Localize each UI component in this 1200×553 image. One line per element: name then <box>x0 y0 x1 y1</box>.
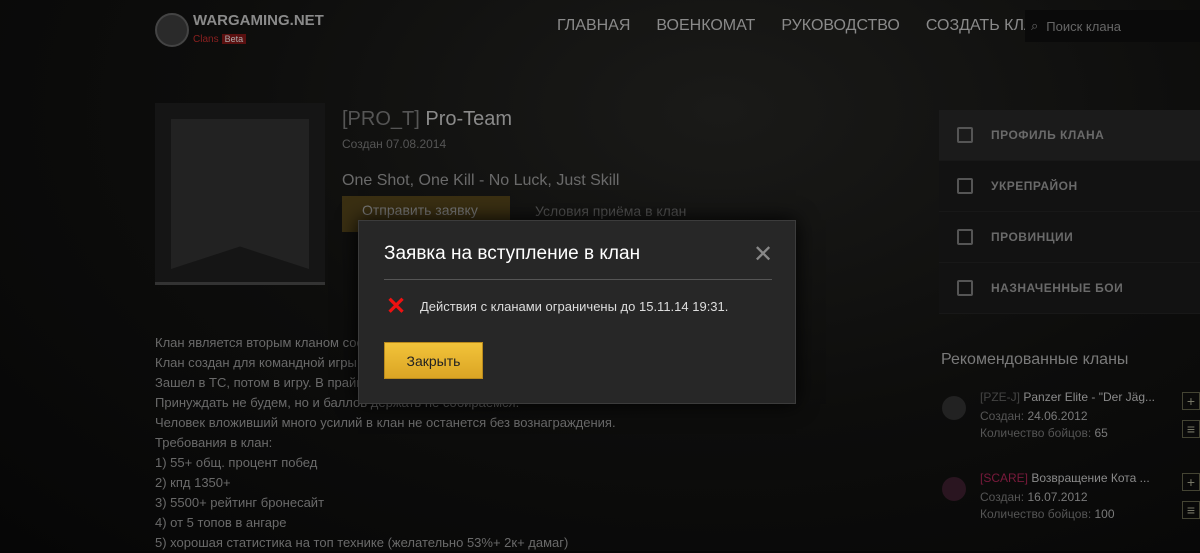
clan-emblem <box>155 103 325 285</box>
description-line: 3) 5500+ рейтинг бронесайт <box>155 495 325 510</box>
clan-tag: [PRO_T] <box>342 108 420 130</box>
add-icon[interactable]: + <box>1182 473 1200 491</box>
clan-title: [PRO_T] Pro-Team <box>342 108 512 131</box>
description-line: 1) 55+ общ. процент побед <box>155 455 318 470</box>
created-value: 16.07.2012 <box>1027 490 1088 504</box>
count-label: Количество бойцов: <box>980 426 1092 440</box>
logo-sub: Clans <box>193 34 219 45</box>
recommended-title: Рекомендованные кланы <box>941 351 1129 368</box>
error-x-icon: ✕ <box>386 293 407 320</box>
sidebar-item-stronghold[interactable]: УКРЕПРАЙОН <box>939 161 1200 212</box>
count-value: 65 <box>1094 426 1108 440</box>
map-icon <box>957 229 973 245</box>
divider <box>384 279 772 280</box>
shield-icon <box>171 119 309 269</box>
sidebar-item-provinces[interactable]: ПРОВИНЦИИ <box>939 212 1200 263</box>
sidebar-item-battles[interactable]: НАЗНАЧЕННЫЕ БОИ <box>939 263 1200 314</box>
recommended-clan[interactable]: [SCARE] Возвращение Кота ... Создан: 16.… <box>942 471 1200 523</box>
clan-name[interactable]: Panzer Elite - "Der Jäg... <box>1023 390 1155 404</box>
close-button[interactable]: Закрыть <box>384 342 483 379</box>
search-input[interactable]: ⌕ Поиск клана <box>1025 10 1200 42</box>
sidebar-item-profile[interactable]: ПРОФИЛЬ КЛАНА <box>939 110 1200 161</box>
nav-guide[interactable]: РУКОВОДСТВО <box>781 17 900 35</box>
created-label: Создан: <box>980 490 1025 504</box>
crosshair-icon <box>957 280 973 296</box>
search-placeholder: Поиск клана <box>1046 18 1121 34</box>
logo-text: WARGAMING.NET <box>193 12 324 29</box>
sidebar-label: УКРЕПРАЙОН <box>991 179 1078 193</box>
clan-emblem-icon <box>942 477 966 501</box>
clan-name: Pro-Team <box>425 108 513 130</box>
count-value: 100 <box>1094 507 1115 521</box>
search-icon: ⌕ <box>1031 18 1039 33</box>
sidebar-label: НАЗНАЧЕННЫЕ БОИ <box>991 281 1124 295</box>
created-value: 24.06.2012 <box>1027 409 1088 423</box>
fortress-icon <box>957 178 973 194</box>
list-icon[interactable]: ≡ <box>1182 501 1200 519</box>
clan-tag: [PZE-J] <box>980 390 1021 404</box>
logo[interactable]: WARGAMING.NET Clans Beta <box>155 12 324 47</box>
conditions-link[interactable]: Условия приёма в клан <box>535 203 686 219</box>
description-line: Требования в клан: <box>155 435 273 450</box>
list-icon[interactable]: ≡ <box>1182 420 1200 438</box>
nav-recruitment[interactable]: ВОЕНКОМАТ <box>656 17 755 35</box>
clan-created: Создан 07.08.2014 <box>342 137 447 151</box>
dialog-title: Заявка на вступление в клан <box>384 243 641 264</box>
description-line: 2) кпд 1350+ <box>155 475 231 490</box>
wargaming-logo-icon <box>155 12 189 47</box>
description-line: 4) от 5 топов в ангаре <box>155 515 287 530</box>
shield-icon <box>957 127 973 143</box>
description-line: 5) хорошая статистика на топ технике (же… <box>155 535 569 550</box>
error-message: Действия с кланами ограничены до 15.11.1… <box>420 299 729 314</box>
main-nav: ГЛАВНАЯ ВОЕНКОМАТ РУКОВОДСТВО СОЗДАТЬ КЛ… <box>557 17 1046 35</box>
count-label: Количество бойцов: <box>980 507 1092 521</box>
description-line: Человек вложивший много усилий в клан не… <box>155 415 616 430</box>
clan-motto: One Shot, One Kill - No Luck, Just Skill <box>342 172 620 189</box>
created-label: Создан: <box>980 409 1025 423</box>
beta-badge: Beta <box>221 34 247 44</box>
nav-home[interactable]: ГЛАВНАЯ <box>557 17 630 35</box>
clan-request-dialog: Заявка на вступление в клан ✕ ✕ Действия… <box>358 220 796 404</box>
sidebar-label: ПРОВИНЦИИ <box>991 230 1074 244</box>
clan-tag: [SCARE] <box>980 471 1029 485</box>
clan-side-menu: ПРОФИЛЬ КЛАНА УКРЕПРАЙОН ПРОВИНЦИИ НАЗНА… <box>939 110 1200 314</box>
clan-name[interactable]: Возвращение Кота ... <box>1031 471 1149 485</box>
sidebar-label: ПРОФИЛЬ КЛАНА <box>991 128 1105 142</box>
close-icon[interactable]: ✕ <box>753 243 773 267</box>
header: WARGAMING.NET Clans Beta ГЛАВНАЯ ВОЕНКОМА… <box>0 0 1200 52</box>
add-icon[interactable]: + <box>1182 392 1200 410</box>
recommended-clan[interactable]: [PZE-J] Panzer Elite - "Der Jäg... Созда… <box>942 390 1200 442</box>
clan-emblem-icon <box>942 396 966 420</box>
